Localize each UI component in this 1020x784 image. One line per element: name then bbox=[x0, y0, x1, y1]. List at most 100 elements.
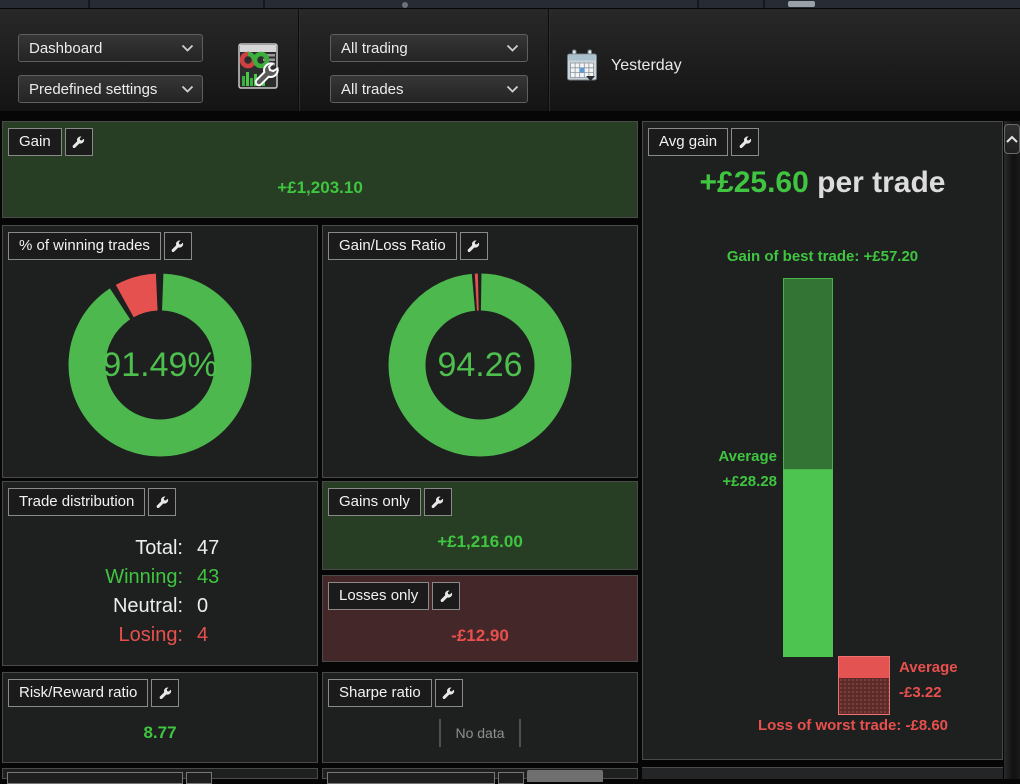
wrench-button[interactable] bbox=[186, 772, 212, 784]
wrench-icon bbox=[156, 495, 168, 508]
tab-separator bbox=[263, 0, 265, 8]
trades-filter-select[interactable]: All trades bbox=[330, 75, 528, 103]
trading-filter-value: All trading bbox=[341, 39, 408, 57]
panel-gain-loss-ratio: Gain/Loss Ratio 94.26 bbox=[322, 225, 638, 478]
date-filter-label: Yesterday bbox=[611, 57, 682, 74]
wrench-icon bbox=[431, 495, 444, 508]
losses-only-value: -£12.90 bbox=[451, 626, 509, 645]
panel-title: Gain bbox=[8, 128, 62, 156]
panel-title: Trade distribution bbox=[8, 488, 146, 516]
bar-segment-to-average bbox=[783, 469, 833, 657]
predefined-settings-select[interactable]: Predefined settings bbox=[18, 75, 203, 103]
wrench-icon bbox=[739, 135, 751, 148]
panel-title: Avg gain bbox=[648, 128, 729, 156]
wrench-button[interactable] bbox=[423, 488, 452, 516]
risk-reward-value: 8.77 bbox=[143, 723, 177, 742]
tab-separator bbox=[697, 0, 699, 8]
no-data-bar bbox=[518, 719, 521, 747]
date-filter[interactable]: Yesterday bbox=[566, 49, 682, 83]
panel-gain: Gain +£1,203.10 bbox=[2, 121, 638, 218]
no-data-label: No data bbox=[455, 725, 505, 741]
wrench-button[interactable] bbox=[459, 232, 488, 260]
panel-title: % of winning trades bbox=[8, 232, 161, 260]
list-item-total: Total: 47 bbox=[135, 537, 220, 559]
wrench-button[interactable] bbox=[432, 582, 461, 610]
trades-filter-value: All trades bbox=[341, 80, 404, 98]
bar-segment-above-average bbox=[783, 278, 833, 470]
partial-panel-right bbox=[642, 767, 1003, 779]
bar-segment-average-loss bbox=[839, 657, 889, 679]
panel-title bbox=[327, 772, 495, 784]
dashboard-settings-icon bbox=[238, 43, 279, 89]
wrench-button[interactable] bbox=[434, 679, 463, 707]
gain-loss-donut-chart: 94.26 bbox=[385, 270, 575, 460]
avg-gain-bar-chart bbox=[783, 278, 833, 657]
toolbar-separator bbox=[298, 9, 300, 111]
scrollbar-track[interactable] bbox=[1004, 121, 1020, 779]
wrench-button[interactable] bbox=[151, 679, 180, 707]
wrench-button[interactable] bbox=[163, 232, 192, 260]
tab-dot-icon bbox=[402, 2, 408, 8]
panel-gains-only: Gains only +£1,216.00 bbox=[322, 481, 638, 570]
panel-title: Gains only bbox=[328, 488, 421, 516]
panel-avg-gain: Avg gain +£25.60 per trade Gain of best … bbox=[642, 121, 1003, 760]
average-loss-label: Average -£3.22 bbox=[899, 659, 958, 701]
panel-winning-pct: % of winning trades 91.49% bbox=[2, 225, 318, 478]
gain-loss-ratio-value: 94.26 bbox=[437, 345, 523, 384]
gain-value: +£1,203.10 bbox=[277, 178, 363, 197]
average-gain-label: Average +£28.28 bbox=[718, 448, 777, 490]
wrench-icon bbox=[72, 135, 85, 148]
gains-only-value: +£1,216.00 bbox=[437, 532, 523, 551]
wrench-button[interactable] bbox=[64, 128, 93, 156]
tab-strip bbox=[0, 0, 1020, 9]
dashboard-settings-button[interactable] bbox=[236, 39, 282, 93]
list-item-neutral: Neutral: 0 bbox=[112, 595, 209, 617]
panel-title: Gain/Loss Ratio bbox=[328, 232, 457, 260]
wrench-icon bbox=[159, 686, 172, 699]
tab-separator bbox=[763, 0, 765, 8]
partial-panel-left bbox=[2, 768, 318, 784]
chevron-down-icon bbox=[181, 44, 194, 52]
chevron-down-icon bbox=[181, 85, 194, 93]
trade-distribution-list: Total: 47 Winning: 43 Neutral: 0 Losing:… bbox=[3, 534, 317, 650]
panel-title bbox=[7, 772, 183, 784]
dashboard-select-value: Dashboard bbox=[29, 39, 103, 57]
panel-sharpe-ratio: Sharpe ratio No data bbox=[322, 672, 638, 763]
panel-risk-reward: Risk/Reward ratio 8.77 bbox=[2, 672, 318, 763]
no-data-bar bbox=[439, 719, 442, 747]
tab-chip bbox=[788, 1, 815, 7]
avg-gain-headline: +£25.60 per trade bbox=[643, 166, 1002, 200]
partial-panel-middle bbox=[322, 768, 638, 784]
worst-trade-label: Loss of worst trade: -£8.60 bbox=[757, 717, 949, 734]
panel-title: Sharpe ratio bbox=[328, 679, 432, 707]
wrench-button[interactable] bbox=[498, 772, 524, 784]
bar-segment-worst-loss bbox=[839, 678, 889, 714]
wrench-button[interactable] bbox=[148, 488, 177, 516]
per-trade-label: per trade bbox=[808, 166, 946, 199]
panel-trade-distribution: Trade distribution Total: 47 Winning: 43… bbox=[2, 481, 318, 666]
tab-separator bbox=[88, 0, 90, 8]
wrench-button[interactable] bbox=[731, 128, 760, 156]
chevron-down-icon bbox=[506, 85, 519, 93]
winning-pct-value: 91.49% bbox=[102, 345, 218, 384]
wrench-icon bbox=[442, 686, 455, 699]
calendar-icon bbox=[567, 49, 597, 81]
list-item-winning: Winning: 43 bbox=[105, 566, 220, 588]
wrench-icon bbox=[440, 589, 452, 602]
wrench-icon bbox=[467, 239, 480, 252]
trading-filter-select[interactable]: All trading bbox=[330, 34, 528, 62]
toolbar: Dashboard Predefined settings All tradin… bbox=[0, 9, 1020, 114]
list-item-losing: Losing: 4 bbox=[118, 624, 209, 646]
no-data-indicator: No data bbox=[323, 719, 637, 747]
dashboard-select[interactable]: Dashboard bbox=[18, 34, 203, 62]
toolbar-separator bbox=[548, 9, 550, 111]
chevron-down-icon bbox=[506, 44, 519, 52]
scroll-up-button[interactable] bbox=[1004, 124, 1020, 154]
best-trade-label: Gain of best trade: +£57.20 bbox=[726, 248, 919, 265]
avg-loss-bar-chart bbox=[838, 656, 890, 715]
predefined-settings-select-value: Predefined settings bbox=[29, 80, 158, 98]
panel-button[interactable] bbox=[527, 770, 603, 782]
panel-title: Risk/Reward ratio bbox=[8, 679, 149, 707]
winning-pct-donut-chart: 91.49% bbox=[65, 270, 255, 460]
panel-title: Losses only bbox=[328, 582, 430, 610]
